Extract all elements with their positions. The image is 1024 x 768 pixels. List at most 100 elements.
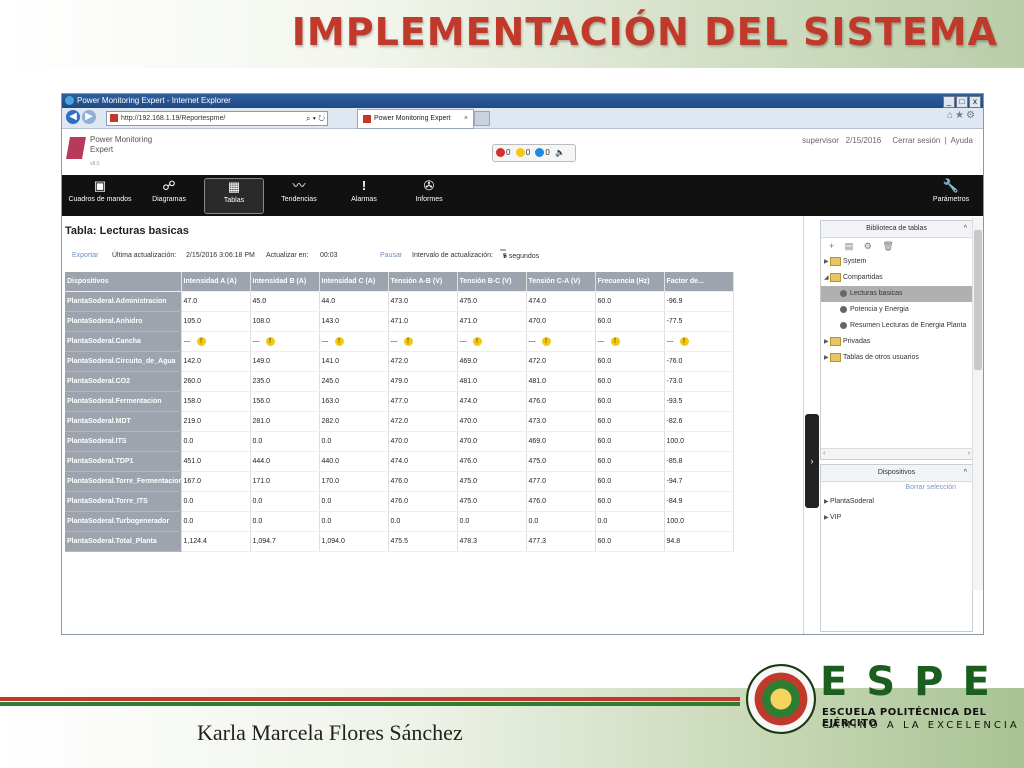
- browser-tab[interactable]: Power Monitoring Expert ×: [357, 109, 474, 129]
- table-row[interactable]: PlantaSoderal.Anhidro 105.0 108.0 143.0 471.…: [65, 311, 734, 332]
- column-header[interactable]: Tensión C-A (V): [526, 272, 596, 292]
- new-tab-button[interactable]: [474, 111, 490, 126]
- vertical-scrollbar[interactable]: [972, 218, 983, 590]
- device-item[interactable]: ▶VIP: [821, 510, 972, 526]
- tree-item[interactable]: ◢ Compartidas: [821, 270, 972, 286]
- toolbar-tables[interactable]: ▦ Tablas: [204, 178, 264, 214]
- tree-item[interactable]: Resumen Lecturas de Energia Planta: [821, 318, 972, 334]
- interval-value: 5 segundos: [503, 253, 540, 260]
- table-row[interactable]: PlantaSoderal.Administracion 47.0 45.0 44.0…: [65, 291, 734, 312]
- current-date: 2/15/2016: [845, 136, 882, 145]
- alarm-indicator[interactable]: 0 0 0 🔈: [492, 144, 576, 162]
- alarm-icon: !: [361, 178, 367, 193]
- tree-item[interactable]: ▶ Privadas: [821, 334, 972, 350]
- footer-red-stripe: [0, 697, 740, 701]
- scrollbar-thumb[interactable]: [974, 230, 982, 370]
- table-row[interactable]: PlantaSoderal.ITS 0.0 0.0 0.0 470.0 470.0 469.…: [65, 431, 734, 452]
- table-row[interactable]: PlantaSoderal.MDT 219.0 281.0 282.0 472.0 470…: [65, 411, 734, 432]
- toolbar-diagrams[interactable]: ☍ Diagramas: [144, 178, 194, 212]
- column-header[interactable]: Intensidad B (A): [250, 272, 320, 292]
- address-bar[interactable]: http://192.168.1.19/Reportespme/ ⌕ ▾ ↻: [106, 111, 328, 126]
- help-link[interactable]: Ayuda: [950, 136, 973, 145]
- device-cell: PlantaSoderal.Administracion: [65, 291, 182, 312]
- tree-item[interactable]: ▶ System: [821, 254, 972, 270]
- library-tools[interactable]: + ▤ ⚙ 🗑: [821, 238, 972, 254]
- value-cell: 171.0: [250, 471, 320, 492]
- speaker-icon[interactable]: 🔈: [555, 145, 565, 161]
- clear-selection-link[interactable]: Borrar selección: [821, 482, 972, 494]
- table-row[interactable]: PlantaSoderal.Torre_Fermentacion 167.0 171…: [65, 471, 734, 492]
- pause-link[interactable]: Pausar: [380, 249, 402, 263]
- home-star-gear-icons[interactable]: ⌂★⚙: [947, 110, 977, 121]
- close-window-button[interactable]: x: [969, 96, 981, 108]
- column-header[interactable]: Intensidad A (A): [181, 272, 251, 292]
- cell-text: 94.8: [666, 538, 681, 545]
- device-item[interactable]: ▶PlantaSoderal: [821, 494, 972, 510]
- toolbar-alarms[interactable]: ! Alarmas: [344, 178, 384, 212]
- collapse-panel-button[interactable]: ›: [805, 414, 819, 508]
- warning-icon[interactable]: !: [472, 337, 482, 346]
- forward-button[interactable]: ▶: [82, 110, 96, 124]
- table-row[interactable]: PlantaSoderal.Turbogenerador 0.0 0.0 0.0 0.0…: [65, 511, 734, 532]
- warning-icon[interactable]: !: [403, 337, 413, 346]
- table-row[interactable]: PlantaSoderal.Circuito_de_Agua 142.0 149.0…: [65, 351, 734, 372]
- cell-text: PlantaSoderal.Torre_ITS: [67, 498, 148, 505]
- table-row[interactable]: PlantaSoderal.Fermentacion 158.0 156.0 163.…: [65, 391, 734, 412]
- warning-icon[interactable]: !: [679, 337, 689, 346]
- toolbar-dashboards[interactable]: ▣ Cuadros de mandos: [66, 178, 134, 212]
- cell-text: 479.0: [390, 378, 409, 385]
- value-cell: 472.0: [388, 351, 458, 372]
- tree-item[interactable]: Lecturas basicas: [821, 286, 972, 302]
- warning-icon[interactable]: !: [334, 337, 344, 346]
- interval-select[interactable]: 5 segundos ▾: [500, 249, 539, 260]
- cell-text: 475.0: [528, 458, 547, 465]
- search-icon[interactable]: ⌕ ▾ ↻: [306, 112, 325, 125]
- column-header[interactable]: Factor de...: [664, 272, 734, 292]
- warning-icon[interactable]: !: [265, 337, 275, 346]
- table-row[interactable]: PlantaSoderal.Torre_ITS 0.0 0.0 0.0 476.0 475…: [65, 491, 734, 512]
- cell-text: 281.0: [252, 418, 271, 425]
- value-cell: ---!: [181, 331, 251, 352]
- browser-titlebar: Power Monitoring Expert - Internet Explo…: [62, 94, 983, 108]
- toolbar-label: Diagramas: [152, 196, 186, 203]
- cell-text: 475.0: [459, 498, 478, 505]
- cell-text: 451.0: [183, 458, 202, 465]
- table-row[interactable]: PlantaSoderal.Total_Planta 1,124.4 1,094.7…: [65, 531, 734, 552]
- chevron-up-icon[interactable]: ^: [964, 465, 967, 481]
- value-cell: 473.0: [388, 291, 458, 312]
- toolbar-trends[interactable]: 〰 Tendencias: [274, 178, 324, 212]
- table-row[interactable]: PlantaSoderal.TDP1 451.0 444.0 440.0 474.0 47…: [65, 451, 734, 472]
- value-cell: 477.0: [526, 471, 596, 492]
- table-row[interactable]: PlantaSoderal.CO2 260.0 235.0 245.0 479.0 481…: [65, 371, 734, 392]
- value-cell: 475.0: [526, 451, 596, 472]
- tree-item[interactable]: ▶ Tablas de otros usuarios: [821, 350, 972, 366]
- column-header[interactable]: Intensidad C (A): [319, 272, 389, 292]
- warning-icon[interactable]: !: [541, 337, 551, 346]
- value-cell: 0.0: [595, 511, 665, 532]
- toolbar-reports[interactable]: ✇ Informes: [406, 178, 452, 212]
- footer-green-stripe: [0, 702, 740, 706]
- maximize-button[interactable]: □: [956, 96, 968, 108]
- cell-text: 260.0: [183, 378, 202, 385]
- cell-text: 219.0: [183, 418, 202, 425]
- column-header[interactable]: Frecuencia (Hz): [595, 272, 665, 292]
- back-button[interactable]: ◀: [66, 110, 80, 124]
- library-tree: ▶ System ◢ Compartidas Lecturas basicas Poten…: [821, 254, 972, 366]
- toolbar-settings[interactable]: 🔧 Parámetros: [926, 178, 976, 212]
- column-header[interactable]: Tensión A-B (V): [388, 272, 458, 292]
- horizontal-scrollbar[interactable]: ‹ ›: [821, 448, 972, 459]
- chevron-up-icon[interactable]: ^: [964, 221, 967, 237]
- minimize-button[interactable]: _: [943, 96, 955, 108]
- column-header[interactable]: Tensión B-C (V): [457, 272, 527, 292]
- warning-icon[interactable]: !: [610, 337, 620, 346]
- export-link[interactable]: Exportar: [72, 249, 98, 263]
- table-row[interactable]: PlantaSoderal.Cancha ---! ---! ---! ---! ---!…: [65, 331, 734, 352]
- logout-link[interactable]: Cerrar sesión: [892, 136, 940, 145]
- cell-text: 469.0: [459, 358, 478, 365]
- close-tab-icon[interactable]: ×: [464, 110, 468, 128]
- cell-text: ---: [597, 338, 605, 346]
- column-header[interactable]: Dispositivos: [65, 272, 182, 292]
- tree-item[interactable]: Potencia y Energia: [821, 302, 972, 318]
- value-cell: 108.0: [250, 311, 320, 332]
- warning-icon[interactable]: !: [196, 337, 206, 346]
